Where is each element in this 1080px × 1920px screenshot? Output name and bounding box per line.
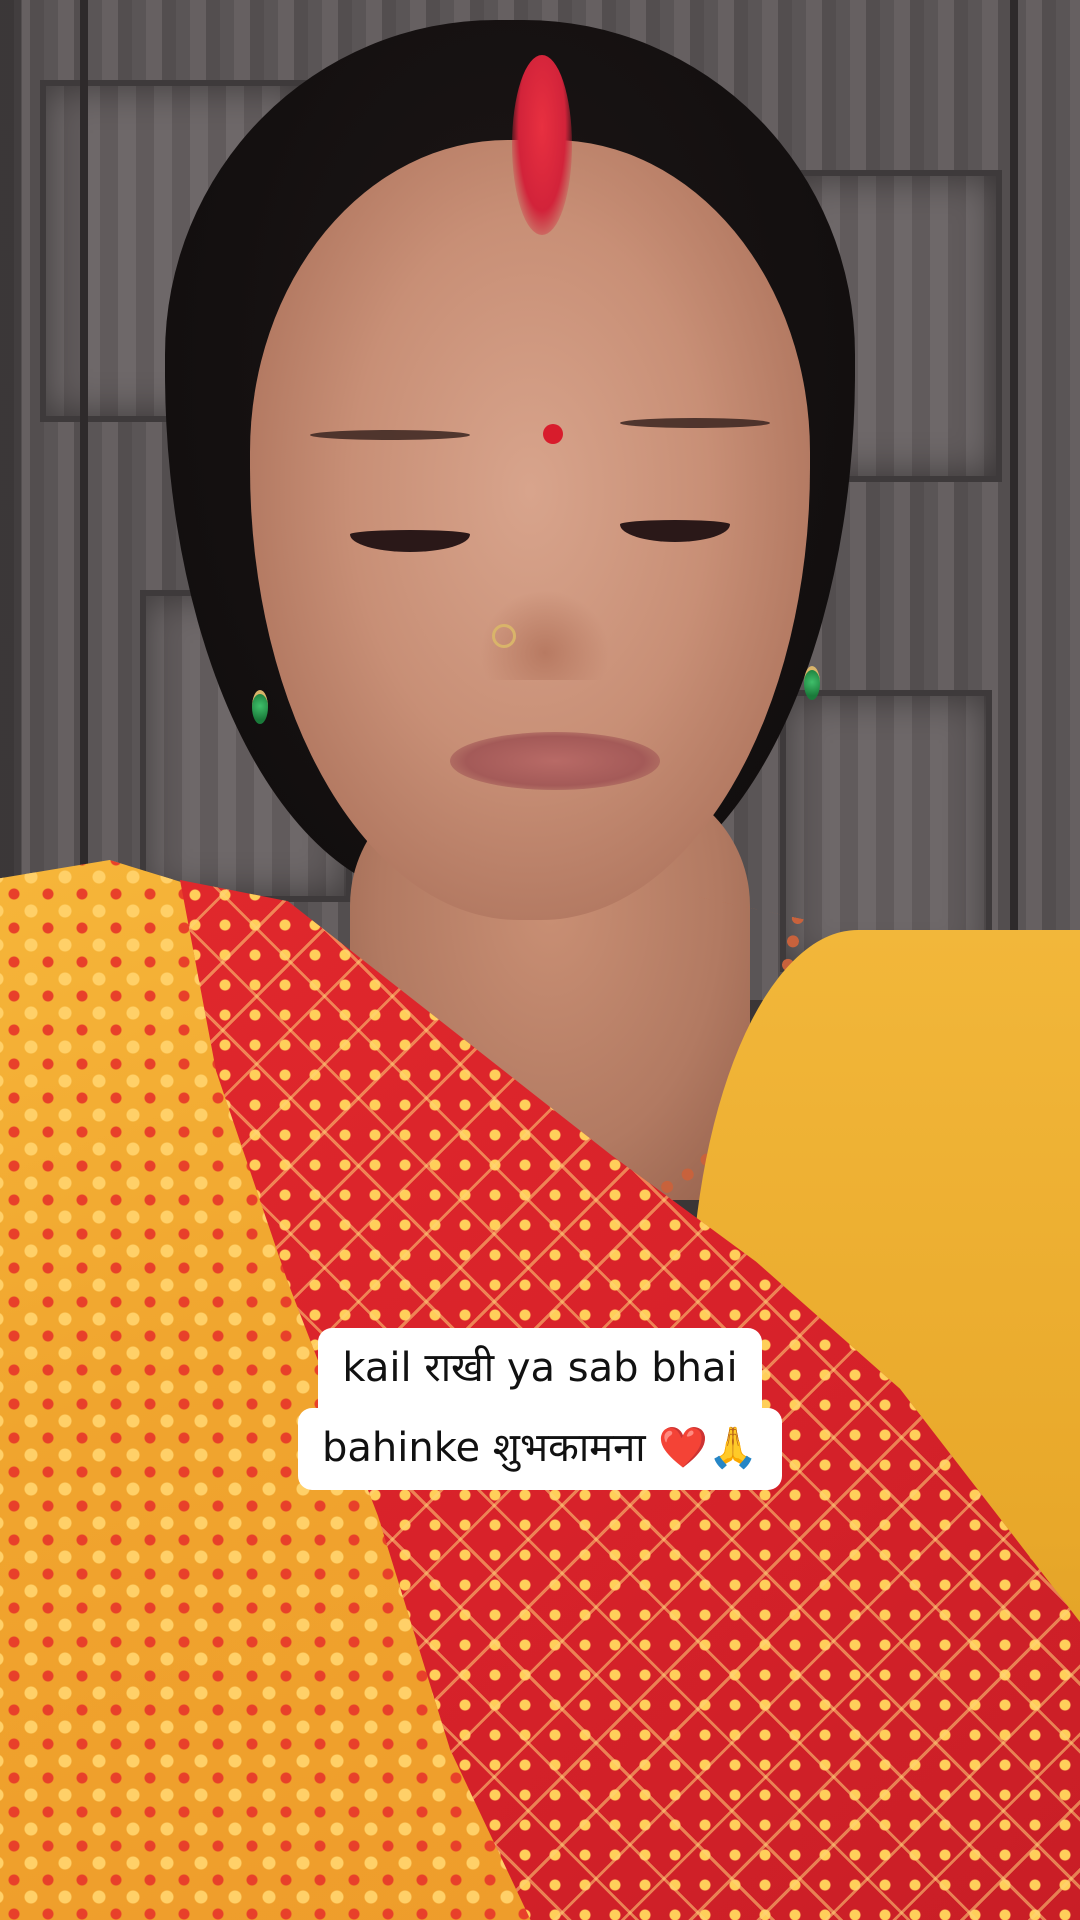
lips bbox=[450, 732, 660, 790]
bindi bbox=[543, 424, 563, 444]
right-earring bbox=[804, 666, 820, 700]
left-eyebrow bbox=[310, 430, 470, 440]
video-frame[interactable]: kail राखी ya sab bhai bahinke शुभकामना ❤… bbox=[0, 0, 1080, 1920]
right-eyebrow bbox=[620, 418, 770, 428]
sindoor-mark bbox=[512, 55, 572, 235]
door-frame bbox=[80, 0, 88, 1000]
nose-ring bbox=[492, 624, 516, 648]
caption-line-2: bahinke शुभकामना ❤️🙏 bbox=[298, 1408, 782, 1490]
left-earring bbox=[252, 690, 268, 724]
video-caption: kail राखी ya sab bhai bahinke शुभकामना ❤… bbox=[0, 1328, 1080, 1490]
door-frame bbox=[1010, 0, 1018, 1000]
caption-line-1: kail राखी ya sab bhai bbox=[318, 1328, 762, 1410]
